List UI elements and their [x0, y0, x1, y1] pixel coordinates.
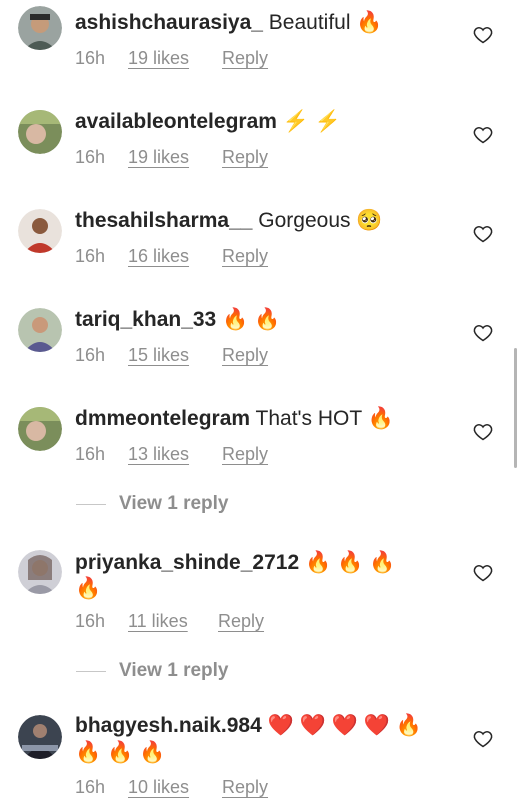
avatar[interactable]	[18, 715, 62, 759]
reply-button[interactable]: Reply	[222, 345, 268, 366]
fire-emoji: 🔥	[367, 407, 394, 431]
comment-username[interactable]: tariq_khan_33	[75, 308, 216, 331]
like-heart-icon[interactable]	[473, 563, 493, 583]
avatar[interactable]	[18, 550, 62, 594]
comment-time: 16h	[75, 611, 106, 631]
like-heart-icon[interactable]	[473, 25, 493, 45]
likes-link[interactable]: 10 likes	[128, 777, 189, 798]
view-replies-label[interactable]: View 1 reply	[119, 660, 229, 682]
pleading-face-emoji: 🥺	[356, 209, 383, 233]
comment-username[interactable]: priyanka_shinde_2712	[75, 551, 299, 574]
comment-time: 16h	[75, 444, 106, 464]
divider-dash	[76, 671, 106, 672]
like-heart-icon[interactable]	[473, 729, 493, 749]
divider-dash	[76, 504, 106, 505]
lightning-emoji: ⚡ ⚡	[282, 110, 341, 134]
likes-link[interactable]: 13 likes	[128, 444, 189, 465]
view-replies-label[interactable]: View 1 reply	[119, 493, 229, 515]
comment-time: 16h	[75, 345, 106, 365]
scrollbar[interactable]	[514, 348, 517, 468]
reply-button[interactable]: Reply	[222, 246, 268, 267]
avatar[interactable]	[18, 308, 62, 352]
likes-link[interactable]: 19 likes	[128, 147, 189, 168]
avatar[interactable]	[18, 110, 62, 154]
likes-link[interactable]: 11 likes	[128, 611, 188, 632]
reply-button[interactable]: Reply	[218, 611, 264, 632]
likes-link[interactable]: 15 likes	[128, 345, 189, 366]
comment-username[interactable]: thesahilsharma__	[75, 209, 252, 232]
comment-username[interactable]: dmmeontelegram	[75, 407, 250, 430]
fire-emoji: 🔥	[75, 577, 102, 601]
comment-text: Beautiful	[268, 11, 351, 34]
reply-button[interactable]: Reply	[222, 48, 268, 69]
comment-username[interactable]: ashishchaurasiya_	[75, 11, 263, 34]
heart-emoji: ❤️ ❤️ ❤️ ❤️ 🔥	[267, 714, 422, 738]
fire-emoji: 🔥 🔥	[222, 308, 281, 332]
comment-text: Gorgeous	[258, 209, 351, 232]
comment-time: 16h	[75, 246, 106, 266]
likes-link[interactable]: 19 likes	[128, 48, 189, 69]
comment-username[interactable]: bhagyesh.naik.984	[75, 714, 262, 737]
likes-link[interactable]: 16 likes	[128, 246, 189, 267]
avatar[interactable]	[18, 6, 62, 50]
comment-username[interactable]: availableontelegram	[75, 110, 277, 133]
fire-emoji: 🔥 🔥 🔥	[75, 741, 166, 765]
fire-emoji: 🔥	[356, 11, 383, 35]
like-heart-icon[interactable]	[473, 323, 493, 343]
avatar[interactable]	[18, 209, 62, 253]
comment-text: That's HOT	[255, 407, 362, 430]
reply-button[interactable]: Reply	[222, 147, 268, 168]
avatar[interactable]	[18, 407, 62, 451]
like-heart-icon[interactable]	[473, 125, 493, 145]
comment-time: 16h	[75, 48, 106, 68]
comment-time: 16h	[75, 777, 106, 797]
reply-button[interactable]: Reply	[222, 777, 268, 798]
like-heart-icon[interactable]	[473, 224, 493, 244]
like-heart-icon[interactable]	[473, 422, 493, 442]
reply-button[interactable]: Reply	[222, 444, 268, 465]
comment-time: 16h	[75, 147, 106, 167]
